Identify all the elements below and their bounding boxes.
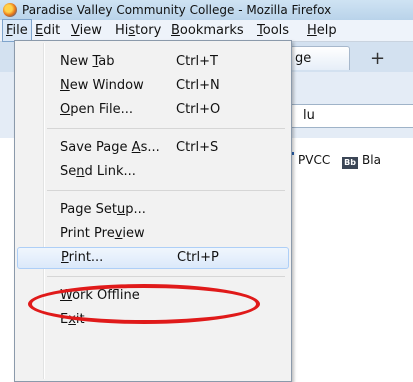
menu-tools[interactable]: Tools (254, 20, 292, 41)
menu-bar: File Edit View History Bookmarks Tools H… (0, 19, 413, 42)
file-menu-dropdown: New Tab Ctrl+T New Window Ctrl+N Open Fi… (14, 40, 292, 382)
menu-item-page-setup[interactable]: Page Setup... (17, 199, 289, 221)
menu-history[interactable]: History (112, 20, 164, 41)
menu-separator (47, 190, 285, 191)
menu-item-label: Print Preview (60, 226, 145, 241)
menu-help[interactable]: Help (304, 20, 340, 41)
menu-item-shortcut: Ctrl+O (176, 102, 221, 117)
menu-item-new-window[interactable]: New Window Ctrl+N (17, 75, 289, 97)
menu-item-label: Exit (60, 312, 85, 327)
menu-item-shortcut: Ctrl+P (177, 250, 219, 265)
menu-item-label: Work Offline (60, 288, 140, 303)
bookmark-pvcc-label: PVCC (298, 153, 331, 167)
menu-bookmarks[interactable]: Bookmarks (168, 20, 247, 41)
url-bar[interactable]: lu (282, 104, 413, 128)
bookmark-blackboard-label: Bla (362, 153, 381, 167)
menu-item-open-file[interactable]: Open File... Ctrl+O (17, 99, 289, 121)
new-tab-plus-icon[interactable]: + (370, 50, 385, 68)
bookmark-blackboard[interactable]: Bb Bla (334, 153, 381, 169)
firefox-logo-icon (3, 3, 17, 17)
menu-item-label: Print... (61, 250, 104, 265)
menu-item-send-link[interactable]: Send Link... (17, 161, 289, 183)
menu-item-label: Page Setup... (60, 202, 146, 217)
menu-separator (47, 128, 285, 129)
menu-edit[interactable]: Edit (32, 20, 63, 41)
menu-item-label: Open File... (60, 102, 134, 117)
menu-item-label: Save Page As... (60, 140, 160, 155)
menu-item-shortcut: Ctrl+N (176, 78, 220, 93)
tab-current[interactable]: ge (290, 46, 350, 70)
url-text: lu (303, 108, 315, 123)
menu-item-save-page-as[interactable]: Save Page As... Ctrl+S (17, 137, 289, 159)
menu-item-label: New Window (60, 78, 144, 93)
menu-view[interactable]: View (68, 20, 105, 41)
menu-file[interactable]: File (2, 19, 32, 42)
menu-item-work-offline[interactable]: Work Offline (17, 285, 289, 307)
menu-separator (47, 276, 285, 277)
tab-label: ge (295, 51, 312, 66)
menu-item-shortcut: Ctrl+S (176, 140, 219, 155)
title-bar: Paradise Valley Community College - Mozi… (0, 0, 413, 20)
menu-item-exit[interactable]: Exit (17, 309, 289, 331)
window-title: Paradise Valley Community College - Mozi… (22, 3, 332, 17)
menu-item-new-tab[interactable]: New Tab Ctrl+T (17, 51, 289, 73)
menu-item-shortcut: Ctrl+T (176, 54, 218, 69)
bookmarks-toolbar: PVCC Bb Bla (282, 150, 381, 170)
menu-item-print[interactable]: Print... Ctrl+P (17, 247, 289, 269)
menu-item-label: Send Link... (60, 164, 136, 179)
menu-item-label: New Tab (60, 54, 115, 69)
blackboard-bookmark-icon: Bb (342, 157, 359, 169)
menu-item-print-preview[interactable]: Print Preview (17, 223, 289, 245)
